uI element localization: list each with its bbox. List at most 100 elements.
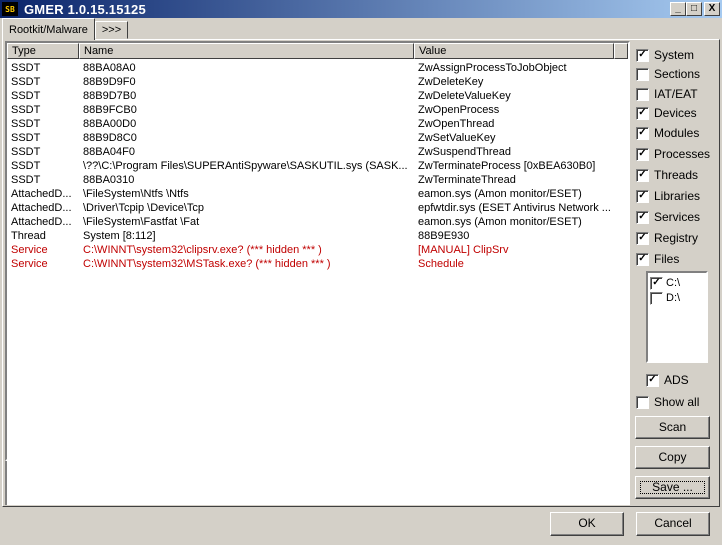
cell-name: 88BA04F0: [83, 146, 135, 158]
show-all-option[interactable]: Show all: [636, 394, 699, 410]
cell-value: ZwSuspendThread: [418, 146, 511, 158]
cell-type: Thread: [11, 230, 46, 242]
table-row[interactable]: SSDT 88B9D8C0 ZwSetValueKey: [7, 131, 628, 145]
option-label: IAT/EAT: [654, 87, 698, 101]
cell-value: ZwAssignProcessToJobObject: [418, 62, 567, 74]
cell-value: 88B9E930: [418, 230, 470, 242]
drive-checkbox[interactable]: ✓: [650, 276, 663, 290]
table-row[interactable]: Service C:\WINNT\system32\clipsrv.exe? (*…: [7, 243, 628, 257]
save-button[interactable]: Save ...: [635, 476, 710, 499]
cell-value: ZwOpenProcess: [418, 104, 500, 116]
cell-type: SSDT: [11, 160, 41, 172]
checkbox-services[interactable]: ✓: [636, 210, 649, 224]
table-row[interactable]: AttachedD... \FileSystem\Fastfat \Fat eamo…: [7, 215, 628, 229]
table-row[interactable]: SSDT 88B9FCB0 ZwOpenProcess: [7, 103, 628, 117]
scan-button[interactable]: Scan: [635, 416, 710, 439]
cell-name: \FileSystem\Fastfat \Fat: [83, 216, 200, 228]
window-title: GMER 1.0.15.15125: [24, 1, 146, 17]
option-threads[interactable]: ✓ Threads: [636, 167, 698, 183]
drive-list[interactable]: ✓ C:\ D:\: [646, 271, 708, 363]
checkbox-sections[interactable]: [636, 67, 649, 81]
tab-strip: Rootkit/Malware >>>: [2, 18, 129, 40]
option-services[interactable]: ✓ Services: [636, 209, 700, 225]
option-processes[interactable]: ✓ Processes: [636, 146, 710, 162]
table-row[interactable]: Thread System [8:112] 88B9E930: [7, 229, 628, 243]
cell-type: SSDT: [11, 174, 41, 186]
column-header-name[interactable]: Name: [79, 43, 414, 59]
checkbox-libraries[interactable]: ✓: [636, 189, 649, 203]
cell-type: SSDT: [11, 104, 41, 116]
cell-type: SSDT: [11, 132, 41, 144]
checkbox-system[interactable]: ✓: [636, 48, 649, 62]
cell-type: SSDT: [11, 76, 41, 88]
cell-value: ZwDeleteValueKey: [418, 90, 511, 102]
maximize-button[interactable]: □: [686, 2, 702, 16]
drive-checkbox[interactable]: [650, 291, 663, 305]
ads-option[interactable]: ✓ ADS: [646, 372, 689, 388]
cell-value: Schedule: [418, 258, 464, 270]
checkbox-registry[interactable]: ✓: [636, 231, 649, 245]
drive-label: D:\: [666, 292, 681, 304]
cell-name: 88B9D8C0: [83, 132, 137, 144]
drive-item[interactable]: D:\: [650, 291, 680, 305]
table-row[interactable]: SSDT 88BA00D0 ZwOpenThread: [7, 117, 628, 131]
checkbox-modules[interactable]: ✓: [636, 126, 649, 140]
cell-name: \Driver\Tcpip \Device\Tcp: [83, 202, 205, 214]
option-label: Devices: [654, 106, 697, 120]
cell-name: 88B9D9F0: [83, 76, 136, 88]
checkbox-iat-eat[interactable]: [636, 87, 649, 101]
checkbox-files[interactable]: ✓: [636, 252, 649, 266]
option-label: Sections: [654, 67, 701, 81]
column-header-type[interactable]: Type: [7, 43, 79, 59]
option-libraries[interactable]: ✓ Libraries: [636, 188, 700, 204]
cell-name: System [8:112]: [83, 230, 156, 242]
cell-type: SSDT: [11, 118, 41, 130]
show-all-label: Show all: [654, 395, 700, 409]
results-list[interactable]: Type Name Value SSDT 88BA08A0 ZwAssignProc…: [5, 41, 630, 461]
cell-value: ZwDeleteKey: [418, 76, 484, 88]
cell-value: ZwTerminateThread: [418, 174, 516, 186]
option-label: Threads: [654, 168, 699, 182]
table-row[interactable]: SSDT \??\C:\Program Files\SUPERAntiSpywar…: [7, 159, 628, 173]
table-row[interactable]: SSDT 88BA04F0 ZwSuspendThread: [7, 145, 628, 159]
cell-type: AttachedD...: [11, 202, 72, 214]
option-sections[interactable]: Sections: [636, 66, 700, 82]
table-row[interactable]: SSDT 88BA08A0 ZwAssignProcessToJobObject: [7, 61, 628, 75]
option-system[interactable]: ✓ System: [636, 47, 694, 63]
cell-type: Service: [11, 244, 48, 256]
list-body: SSDT 88BA08A0 ZwAssignProcessToJobObject SS…: [7, 59, 628, 271]
cell-type: SSDT: [11, 90, 41, 102]
option-files[interactable]: ✓ Files: [636, 251, 679, 267]
drive-label: C:\: [666, 277, 681, 289]
table-row[interactable]: SSDT 88B9D9F0 ZwDeleteKey: [7, 75, 628, 89]
title-bar[interactable]: SB GMER 1.0.15.15125 _ □ X: [0, 0, 722, 18]
column-header-value[interactable]: Value: [414, 43, 614, 59]
table-row[interactable]: SSDT 88BA0310 ZwTerminateThread: [7, 173, 628, 187]
tab-more[interactable]: >>>: [94, 21, 129, 39]
table-row[interactable]: Service C:\WINNT\system32\MSTask.exe? (**…: [7, 257, 628, 271]
checkbox-devices[interactable]: ✓: [636, 106, 649, 120]
close-button[interactable]: X: [704, 2, 720, 16]
ads-checkbox[interactable]: ✓: [646, 373, 659, 387]
minimize-button[interactable]: _: [670, 2, 686, 16]
option-registry[interactable]: ✓ Registry: [636, 230, 698, 246]
option-iat-eat[interactable]: IAT/EAT: [636, 86, 698, 102]
show-all-checkbox[interactable]: [636, 395, 649, 409]
table-row[interactable]: AttachedD... \Driver\Tcpip \Device\Tcp epf…: [7, 201, 628, 215]
cell-type: SSDT: [11, 62, 41, 74]
tab-rootkit-malware[interactable]: Rootkit/Malware: [2, 18, 95, 40]
checkbox-threads[interactable]: ✓: [636, 168, 649, 182]
table-row[interactable]: AttachedD... \FileSystem\Ntfs \Ntfs eamon.…: [7, 187, 628, 201]
cell-value: ZwOpenThread: [418, 118, 495, 130]
checkbox-processes[interactable]: ✓: [636, 147, 649, 161]
cell-name: 88B9FCB0: [83, 104, 137, 116]
cell-value: eamon.sys (Amon monitor/ESET): [418, 216, 582, 228]
table-row[interactable]: SSDT 88B9D7B0 ZwDeleteValueKey: [7, 89, 628, 103]
cell-name: \FileSystem\Ntfs \Ntfs: [83, 188, 189, 200]
ok-button[interactable]: OK: [550, 512, 624, 536]
copy-button[interactable]: Copy: [635, 446, 710, 469]
drive-item[interactable]: ✓ C:\: [650, 276, 680, 290]
option-modules[interactable]: ✓ Modules: [636, 125, 699, 141]
cancel-button[interactable]: Cancel: [636, 512, 710, 536]
option-devices[interactable]: ✓ Devices: [636, 105, 697, 121]
